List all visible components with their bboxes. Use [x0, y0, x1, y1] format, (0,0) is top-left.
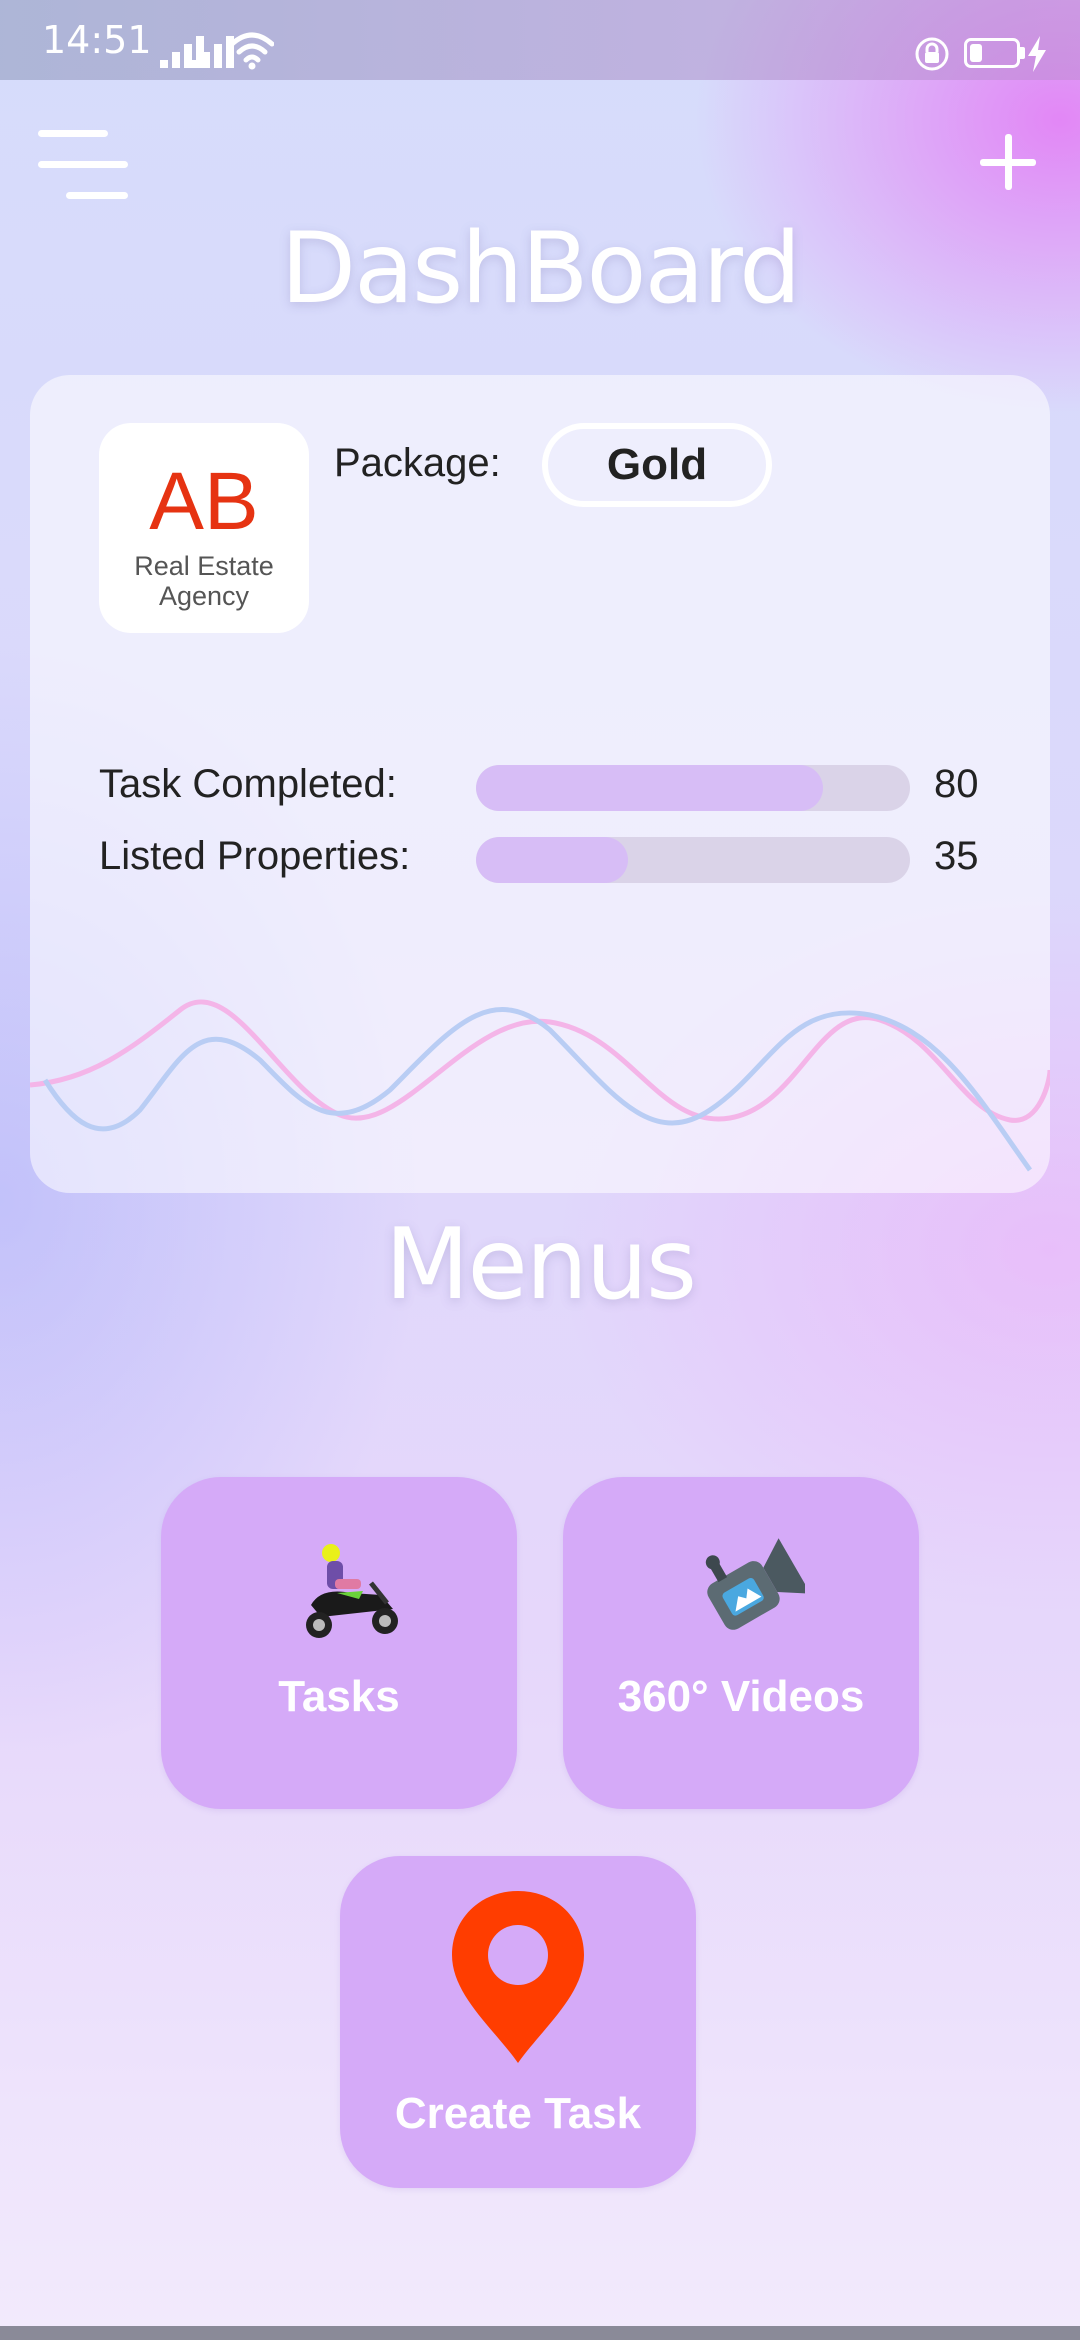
logo-subtitle: Real Estate Agency [99, 551, 309, 611]
system-navigation-bar [0, 2326, 1080, 2340]
company-logo: AB Real Estate Agency [99, 423, 309, 633]
status-bar: 14:51 [0, 0, 1080, 80]
battery-icon [964, 38, 1020, 68]
task-completed-progress [476, 765, 910, 811]
listed-properties-value: 35 [934, 834, 979, 878]
logo-subtitle-line2: Agency [158, 581, 250, 611]
decorative-waves [30, 999, 1050, 1172]
video-camera-icon [705, 1538, 805, 1630]
rotation-lock-icon [915, 37, 949, 71]
dashboard-card: AB Real Estate Agency Package: Gold Task… [30, 375, 1050, 1193]
signal-icon-sim2 [190, 36, 234, 68]
logo-letters: AB [149, 456, 259, 547]
360-videos-tile[interactable]: 360° Videos [563, 1477, 919, 1809]
create-task-tile[interactable]: Create Task [340, 1856, 696, 2188]
add-icon[interactable] [978, 132, 1038, 192]
listed-properties-progress [476, 837, 910, 883]
battery-tip [1020, 47, 1025, 59]
task-completed-value: 80 [934, 762, 979, 806]
charging-icon [1028, 36, 1046, 72]
listed-properties-progress-fill [476, 837, 628, 883]
package-label: Package: [334, 441, 501, 485]
tasks-label: Tasks [278, 1672, 400, 1721]
hamburger-menu-icon[interactable] [38, 130, 130, 200]
create-task-label: Create Task [394, 2089, 642, 2138]
package-badge: Gold [542, 423, 772, 507]
360-videos-label: 360° Videos [617, 1672, 865, 1721]
scooter-rider-icon [306, 1544, 398, 1638]
tasks-tile[interactable]: Tasks [161, 1477, 517, 1809]
task-completed-label: Task Completed: [99, 762, 397, 806]
status-time: 14:51 [42, 18, 152, 62]
logo-subtitle-line1: Real Estate [134, 551, 274, 581]
menus-title: Menus [384, 1208, 697, 1322]
task-completed-progress-fill [476, 765, 824, 811]
listed-properties-label: Listed Properties: [99, 834, 411, 878]
page-title: DashBoard [280, 212, 802, 326]
map-pin-icon [452, 1891, 584, 2063]
